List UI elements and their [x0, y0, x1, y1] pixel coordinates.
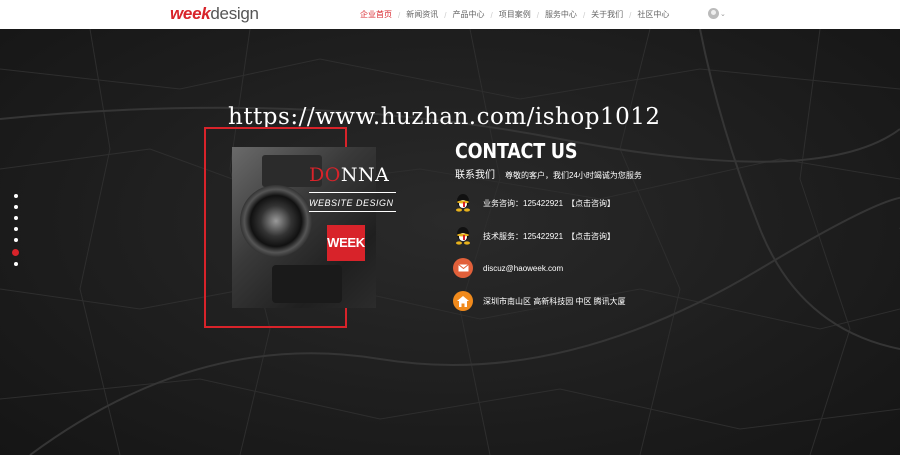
nav-item-about[interactable]: 关于我们	[585, 9, 629, 21]
nav-item-news[interactable]: 新闻资讯	[400, 9, 444, 21]
divider-line	[309, 192, 396, 193]
logo-part-week: week	[170, 4, 211, 23]
page-dot[interactable]	[14, 262, 18, 266]
consult-link[interactable]: 【点击咨询】	[567, 231, 615, 242]
contact-text: 业务咨询：125422921	[483, 198, 564, 208]
contact-title: CONTACT US	[455, 139, 578, 163]
qq-icon	[453, 193, 473, 213]
map-lines	[0, 29, 900, 455]
contact-row-email: discuz@haoweek.com	[453, 258, 563, 278]
page-dot[interactable]	[14, 238, 18, 242]
page-dot[interactable]	[14, 216, 18, 220]
brand-tagline: WEBSITE DESIGN	[309, 198, 394, 208]
nav-item-community[interactable]: 社区中心	[631, 9, 675, 21]
nav-item-products[interactable]: 产品中心	[446, 9, 490, 21]
site-logo[interactable]: weekdesign	[170, 3, 259, 25]
consult-link[interactable]: 【点击咨询】	[567, 198, 615, 209]
logo-part-design: design	[210, 4, 259, 23]
camera-grip	[272, 265, 342, 303]
top-header: weekdesign 企业首页 / 新闻资讯 / 产品中心 / 项目案例 / 服…	[0, 0, 900, 29]
contact-greeting: 尊敬的客户，我们24小时竭诚为您服务	[505, 171, 642, 180]
contact-subtitle-row: 联系我们 尊敬的客户，我们24小时竭诚为您服务	[455, 166, 642, 181]
home-icon	[453, 291, 473, 311]
nav-item-home[interactable]: 企业首页	[354, 9, 398, 21]
contact-text: 技术服务：125422921	[483, 231, 564, 241]
page-dot-active[interactable]	[12, 249, 19, 256]
divider-line	[309, 211, 396, 212]
contact-row-business: 业务咨询：125422921 【点击咨询】	[453, 193, 615, 213]
qq-icon	[453, 226, 473, 246]
page-dot[interactable]	[14, 227, 18, 231]
contact-subtitle: 联系我们	[455, 170, 495, 181]
main-nav: 企业首页 / 新闻资讯 / 产品中心 / 项目案例 / 服务中心 / 关于我们 …	[354, 9, 675, 21]
side-page-nav	[12, 194, 19, 273]
contact-row-tech: 技术服务：125422921 【点击咨询】	[453, 226, 615, 246]
camera-lens	[240, 185, 312, 257]
brand-suffix: NNA	[340, 164, 390, 186]
contact-row-address: 深圳市南山区 高新科技园 中区 腾讯大厦	[453, 291, 626, 311]
map-background	[0, 29, 900, 455]
nav-item-services[interactable]: 服务中心	[539, 9, 583, 21]
contact-address: 深圳市南山区 高新科技园 中区 腾讯大厦	[483, 296, 626, 306]
mail-icon	[453, 258, 473, 278]
user-avatar-icon[interactable]	[708, 8, 719, 19]
week-badge: WEEK	[327, 225, 365, 261]
page-dot[interactable]	[14, 194, 18, 198]
nav-item-cases[interactable]: 项目案例	[493, 9, 537, 21]
chevron-down-icon[interactable]: ⌄	[720, 10, 726, 18]
brand-prefix: DO	[309, 164, 341, 186]
brand-title: DONNA	[309, 164, 389, 186]
user-menu[interactable]: ⌄	[708, 8, 726, 19]
contact-email[interactable]: discuz@haoweek.com	[483, 264, 563, 273]
page-dot[interactable]	[14, 205, 18, 209]
